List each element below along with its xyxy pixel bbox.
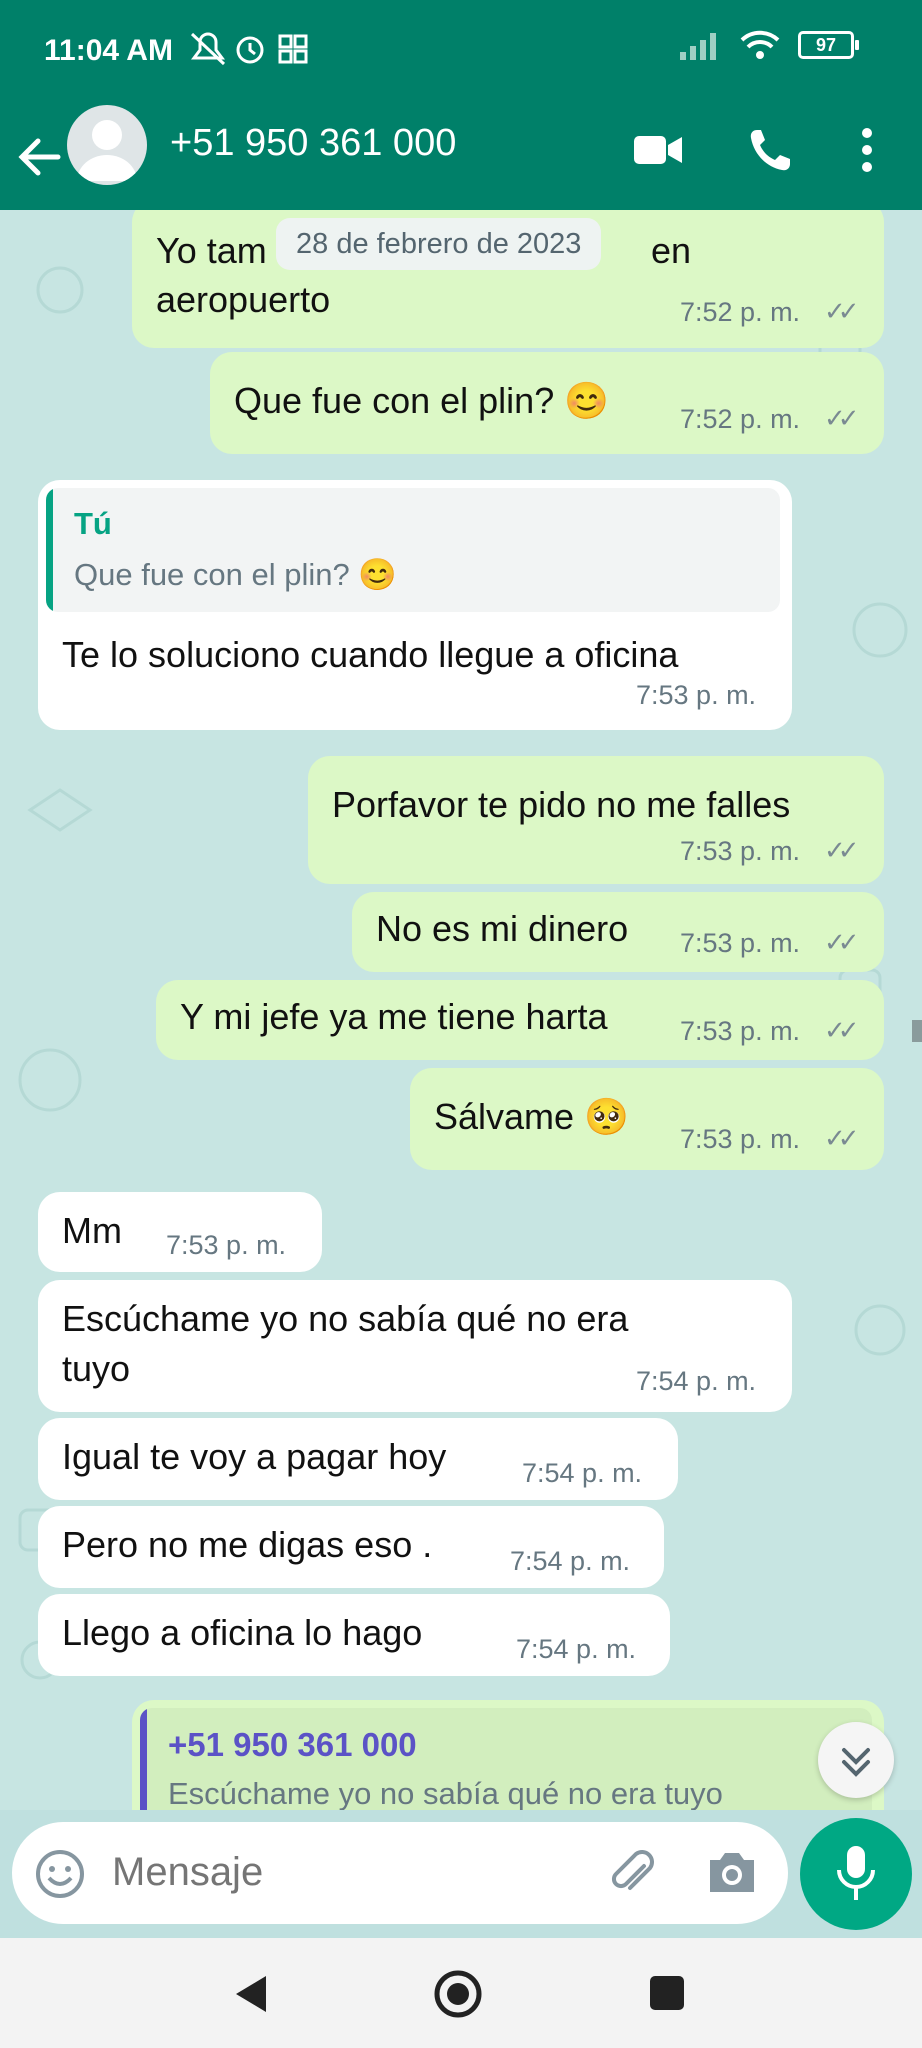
message-bubble-in[interactable]: Igual te voy a pagar hoy 7:54 p. m.	[38, 1418, 678, 1500]
quote-bar	[140, 1708, 147, 1810]
message-time: 7:53 p. m.	[680, 1124, 801, 1154]
message-text: en	[651, 230, 692, 271]
message-text: Te lo soluciono cuando llegue a oficina	[62, 634, 679, 675]
scroll-down-icon	[842, 1748, 870, 1777]
wifi-icon	[740, 30, 780, 59]
message-composer	[12, 1822, 788, 1924]
nav-home-icon[interactable]	[432, 1968, 484, 2020]
message-time: 7:54 p. m.	[510, 1546, 631, 1576]
phone-icon[interactable]	[748, 127, 792, 173]
message-text: Mm	[62, 1210, 122, 1251]
read-ticks-icon: ✓✓	[824, 296, 859, 326]
battery-icon: 97	[798, 31, 859, 59]
message-bubble-out[interactable]: Sálvame 🥺 7:53 p. m. ✓✓	[410, 1068, 884, 1170]
status-icons-left	[190, 30, 310, 75]
status-right: 97	[678, 30, 859, 60]
read-ticks-icon: ✓✓	[824, 1123, 859, 1153]
message-bubble-out[interactable]: Porfavor te pido no me falles 7:53 p. m.…	[308, 756, 884, 884]
signal-icon	[680, 33, 716, 60]
message-bubble-out[interactable]: No es mi dinero 7:53 p. m. ✓✓	[352, 892, 884, 972]
message-bubble-out[interactable]: Que fue con el plin? 😊 7:52 p. m. ✓✓	[210, 352, 884, 454]
message-bubble-in[interactable]: Llego a oficina lo hago 7:54 p. m.	[38, 1594, 670, 1676]
message-bubble-in[interactable]: Pero no me digas eso . 7:54 p. m.	[38, 1506, 664, 1588]
message-text: Escúchame yo no sabía qué no era	[62, 1298, 629, 1339]
date-chip: 28 de febrero de 2023	[276, 218, 602, 270]
avatar-icon	[77, 120, 137, 181]
back-icon[interactable]	[16, 127, 62, 187]
status-bar: 11:04 AM 97	[0, 0, 922, 105]
message-time: 7:52 p. m.	[680, 297, 801, 327]
message-text: Yo tam	[156, 230, 267, 271]
message-time: 7:52 p. m.	[680, 404, 801, 434]
message-time: 7:53 p. m.	[680, 1016, 801, 1046]
chat-area[interactable]: Yo tam en aeropuerto 7:52 p. m. ✓✓ 28 de…	[0, 210, 922, 1810]
message-bubble-out[interactable]: +51 950 361 000 Escúchame yo no sabía qu…	[132, 1700, 884, 1810]
status-time: 11:04 AM	[44, 34, 173, 67]
quote-text: Que fue con el plin? 😊	[74, 557, 397, 592]
attach-icon[interactable]	[604, 1846, 658, 1900]
message-time: 7:53 p. m.	[680, 836, 801, 866]
message-text: Porfavor te pido no me falles	[332, 784, 791, 825]
message-bubble-in[interactable]: Tú Que fue con el plin? 😊 Te lo solucion…	[38, 480, 792, 730]
scrollbar[interactable]	[912, 1020, 922, 1042]
system-nav-bar	[0, 1938, 922, 2048]
message-time: 7:54 p. m.	[522, 1458, 643, 1488]
quote-text: Escúchame yo no sabía qué no era tuyo	[168, 1776, 723, 1810]
read-ticks-icon: ✓✓	[824, 927, 859, 957]
message-text: Que fue con el plin? 😊	[234, 380, 610, 421]
read-ticks-icon: ✓✓	[824, 403, 859, 433]
quote-author: +51 950 361 000	[168, 1726, 417, 1763]
message-bubble-in[interactable]: Mm 7:53 p. m.	[38, 1192, 322, 1272]
message-text: No es mi dinero	[376, 908, 629, 949]
message-bubble-in[interactable]: Escúchame yo no sabía qué no era tuyo 7:…	[38, 1280, 792, 1412]
contact-name[interactable]: +51 950 361 000	[170, 122, 456, 165]
mic-icon	[837, 1846, 875, 1900]
message-text: aeropuerto	[156, 279, 331, 320]
nav-back-icon[interactable]	[230, 1972, 270, 2016]
video-call-icon[interactable]	[634, 132, 682, 168]
camera-icon[interactable]	[706, 1848, 758, 1896]
message-input[interactable]	[112, 1850, 592, 1895]
quoted-message[interactable]: +51 950 361 000 Escúchame yo no sabía qu…	[140, 1708, 872, 1810]
read-ticks-icon: ✓✓	[824, 835, 859, 865]
message-time: 7:54 p. m.	[516, 1634, 637, 1664]
avatar[interactable]	[67, 105, 147, 185]
chat-header: +51 950 361 000	[0, 105, 922, 210]
read-ticks-icon: ✓✓	[824, 1015, 859, 1045]
message-time: 7:53 p. m.	[636, 680, 757, 710]
quoted-message[interactable]: Tú Que fue con el plin? 😊	[46, 488, 780, 612]
message-time: 7:53 p. m.	[166, 1230, 287, 1260]
message-text: Y mi jefe ya me tiene harta	[180, 996, 608, 1037]
quote-bar	[46, 488, 53, 612]
voice-record-button[interactable]	[800, 1818, 912, 1930]
nav-recents-icon[interactable]	[648, 1974, 686, 2012]
message-time: 7:53 p. m.	[680, 928, 801, 958]
message-text: Pero no me digas eso .	[62, 1524, 433, 1565]
message-text: Llego a oficina lo hago	[62, 1612, 423, 1653]
message-text: tuyo	[62, 1348, 131, 1389]
notification-icons	[190, 32, 308, 66]
message-text: Sálvame 🥺	[434, 1096, 629, 1137]
message-time: 7:54 p. m.	[636, 1366, 757, 1396]
message-text: Igual te voy a pagar hoy	[62, 1436, 447, 1477]
quote-author: Tú	[74, 506, 112, 541]
emoji-icon[interactable]	[34, 1848, 86, 1900]
message-bubble-out[interactable]: Y mi jefe ya me tiene harta 7:53 p. m. ✓…	[156, 980, 884, 1060]
more-icon[interactable]	[860, 125, 874, 175]
scroll-down-button[interactable]	[818, 1722, 894, 1798]
